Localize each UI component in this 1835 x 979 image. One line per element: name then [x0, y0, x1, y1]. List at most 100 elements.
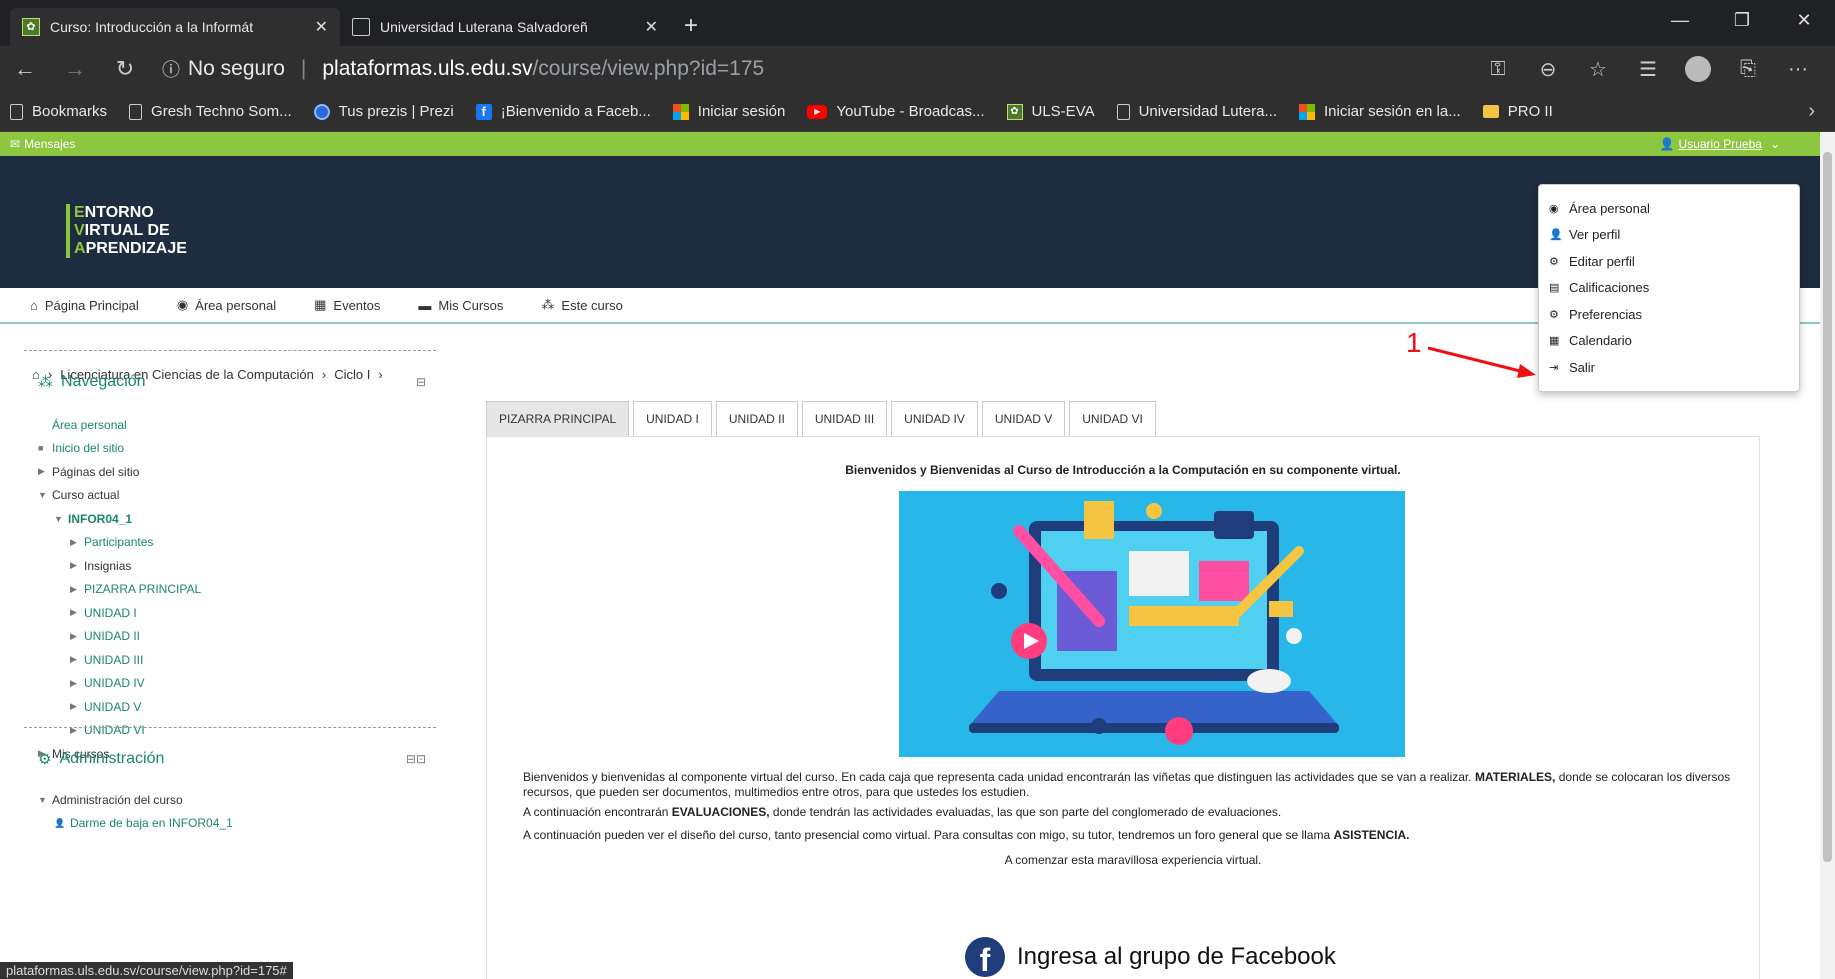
- course-tab[interactable]: UNIDAD III: [801, 401, 888, 437]
- close-tab-icon[interactable]: ✕: [645, 17, 658, 37]
- admin-item[interactable]: 👤 Darme de baja en INFOR04_1: [38, 812, 436, 836]
- nav-tree-label[interactable]: Páginas del sitio: [52, 465, 139, 479]
- bookmark-item[interactable]: Iniciar sesión: [672, 103, 785, 120]
- collapsed-icon[interactable]: ▶: [70, 560, 84, 571]
- nav-this-course[interactable]: ⁂ Este curso: [541, 297, 622, 313]
- bookmark-item[interactable]: Universidad Lutera...: [1116, 103, 1277, 120]
- refresh-icon[interactable]: ↻: [100, 56, 150, 82]
- key-icon[interactable]: ⚿: [1473, 58, 1523, 81]
- expanded-icon[interactable]: ▼: [54, 514, 68, 524]
- close-tab-icon[interactable]: ✕: [315, 17, 328, 37]
- bookmark-item[interactable]: Gresh Techno Som...: [129, 103, 292, 120]
- bookmark-item[interactable]: ▶ YouTube - Broadcas...: [807, 103, 985, 120]
- user-menu-item[interactable]: 👤 Ver perfil: [1539, 222, 1799, 249]
- bookmark-item[interactable]: Bookmarks: [10, 103, 107, 120]
- user-menu-item[interactable]: ⚙ Preferencias: [1539, 301, 1799, 328]
- nav-tree-item[interactable]: ▶ UNIDAD V: [38, 695, 436, 719]
- new-tab-button[interactable]: +: [670, 8, 712, 46]
- page-scrollbar[interactable]: [1820, 132, 1835, 979]
- profile-avatar-icon[interactable]: [1685, 56, 1711, 82]
- nav-tree-label[interactable]: Inicio del sitio: [52, 441, 124, 455]
- user-menu-item[interactable]: ⚙ Editar perfil: [1539, 248, 1799, 275]
- close-window-button[interactable]: ✕: [1773, 0, 1835, 40]
- address-bar[interactable]: ⓘ No seguro | plataformas.uls.edu.sv/cou…: [162, 56, 1473, 82]
- nav-tree-label[interactable]: INFOR04_1: [68, 512, 132, 526]
- admin-item[interactable]: ▼ Administración del curso: [38, 788, 436, 812]
- chevron-down-icon[interactable]: ⌄: [1770, 137, 1780, 151]
- nav-tree-label[interactable]: Área personal: [52, 418, 127, 432]
- minimize-button[interactable]: —: [1649, 0, 1711, 40]
- nav-tree-label[interactable]: UNIDAD I: [84, 606, 137, 620]
- scrollbar-thumb[interactable]: [1823, 152, 1832, 862]
- user-menu-item[interactable]: ▦ Calendario: [1539, 328, 1799, 355]
- nav-events[interactable]: ▦ Eventos: [314, 297, 380, 313]
- browser-tab-university[interactable]: Universidad Luterana Salvadoreñ ✕: [340, 8, 670, 46]
- course-tab[interactable]: UNIDAD IV: [891, 401, 978, 437]
- nav-tree-label[interactable]: PIZARRA PRINCIPAL: [84, 582, 201, 596]
- user-menu-item[interactable]: ◉ Área personal: [1539, 195, 1799, 222]
- collapsed-icon[interactable]: ▶: [70, 654, 84, 665]
- collapsed-icon[interactable]: ▶: [70, 584, 84, 595]
- zoom-icon[interactable]: ⊖: [1523, 57, 1573, 82]
- site-logo[interactable]: ENTORNO VIRTUAL DE APRENDIZAJE: [66, 204, 187, 258]
- block-controls-icon[interactable]: ⊟⊡: [406, 752, 426, 766]
- restore-button[interactable]: ❐: [1711, 0, 1773, 40]
- favorites-list-icon[interactable]: ☰: [1623, 57, 1673, 82]
- user-menu-toggle[interactable]: 👤 Usuario Prueba ⌄: [1660, 137, 1780, 151]
- nav-home[interactable]: ⌂ Página Principal: [30, 298, 139, 313]
- nav-dashboard[interactable]: ◉ Área personal: [177, 297, 276, 313]
- nav-tree-item[interactable]: Área personal: [38, 413, 436, 437]
- user-name[interactable]: Usuario Prueba: [1679, 137, 1762, 151]
- more-menu-icon[interactable]: ···: [1773, 58, 1823, 81]
- bookmark-item[interactable]: ✿ ULS-EVA: [1006, 103, 1095, 120]
- bookmark-item[interactable]: Iniciar sesión en la...: [1298, 103, 1461, 120]
- browser-tab-course[interactable]: ✿ Curso: Introducción a la Informát ✕: [10, 8, 340, 46]
- nav-tree-item[interactable]: ▼ Curso actual: [38, 484, 436, 508]
- forward-arrow-icon[interactable]: →: [50, 56, 100, 82]
- favorite-star-icon[interactable]: ☆: [1573, 57, 1623, 82]
- bullet-icon[interactable]: ■: [38, 443, 52, 453]
- nav-tree-item[interactable]: ▶ Participantes: [38, 531, 436, 555]
- bookmark-item[interactable]: Tus prezis | Prezi: [313, 103, 454, 120]
- nav-tree-item[interactable]: ▶ Insignias: [38, 554, 436, 578]
- collapsed-icon[interactable]: ▶: [70, 678, 84, 689]
- user-menu-item[interactable]: ▤ Calificaciones: [1539, 275, 1799, 302]
- nav-tree-item[interactable]: ▶ UNIDAD II: [38, 625, 436, 649]
- messages-link[interactable]: Mensajes: [24, 137, 75, 151]
- bookmark-item[interactable]: f ¡Bienvenido a Faceb...: [475, 103, 651, 120]
- nav-tree-label[interactable]: UNIDAD II: [84, 629, 140, 643]
- nav-tree-label[interactable]: Insignias: [84, 559, 131, 573]
- course-tab[interactable]: PIZARRA PRINCIPAL: [486, 401, 630, 437]
- collapsed-icon[interactable]: ▶: [70, 607, 84, 618]
- nav-tree-item[interactable]: ■ Inicio del sitio: [38, 437, 436, 461]
- nav-tree-label[interactable]: Curso actual: [52, 488, 119, 502]
- nav-tree-item[interactable]: ▶ Páginas del sitio: [38, 460, 436, 484]
- collapsed-icon[interactable]: ▶: [70, 631, 84, 642]
- nav-tree-label[interactable]: Participantes: [84, 535, 153, 549]
- chevron-right-icon[interactable]: ›: [1808, 100, 1815, 123]
- course-tab[interactable]: UNIDAD II: [715, 401, 798, 437]
- collapsed-icon[interactable]: ▶: [70, 701, 84, 712]
- course-tab[interactable]: UNIDAD I: [633, 401, 712, 437]
- user-menu-item[interactable]: ⇥ Salir: [1539, 354, 1799, 381]
- back-arrow-icon[interactable]: ←: [0, 56, 50, 82]
- nav-tree-item[interactable]: ▶ PIZARRA PRINCIPAL: [38, 578, 436, 602]
- facebook-group-link[interactable]: f Ingresa al grupo de Facebook: [965, 937, 1336, 978]
- nav-tree-label[interactable]: UNIDAD III: [84, 653, 143, 667]
- nav-my-courses[interactable]: ▬ Mis Cursos: [418, 298, 503, 313]
- nav-tree-item[interactable]: ▶ UNIDAD IV: [38, 672, 436, 696]
- nav-tree-label[interactable]: UNIDAD IV: [84, 676, 145, 690]
- course-tab[interactable]: UNIDAD V: [981, 401, 1066, 437]
- info-icon[interactable]: ⓘ: [162, 56, 180, 82]
- nav-tree-item[interactable]: ▶ UNIDAD I: [38, 601, 436, 625]
- nav-tree-item[interactable]: ▶ UNIDAD III: [38, 648, 436, 672]
- course-tab[interactable]: UNIDAD VI: [1069, 401, 1156, 437]
- nav-tree-item[interactable]: ▼ INFOR04_1: [38, 507, 436, 531]
- collapsed-icon[interactable]: ▶: [38, 466, 52, 477]
- expanded-icon[interactable]: ▼: [38, 490, 52, 500]
- collapsed-icon[interactable]: ▶: [70, 537, 84, 548]
- bookmark-folder[interactable]: PRO II: [1482, 103, 1553, 120]
- share-icon[interactable]: ⎘: [1723, 58, 1773, 81]
- nav-tree-label[interactable]: UNIDAD V: [84, 700, 141, 714]
- collapse-block-icon[interactable]: ⊟: [416, 375, 426, 389]
